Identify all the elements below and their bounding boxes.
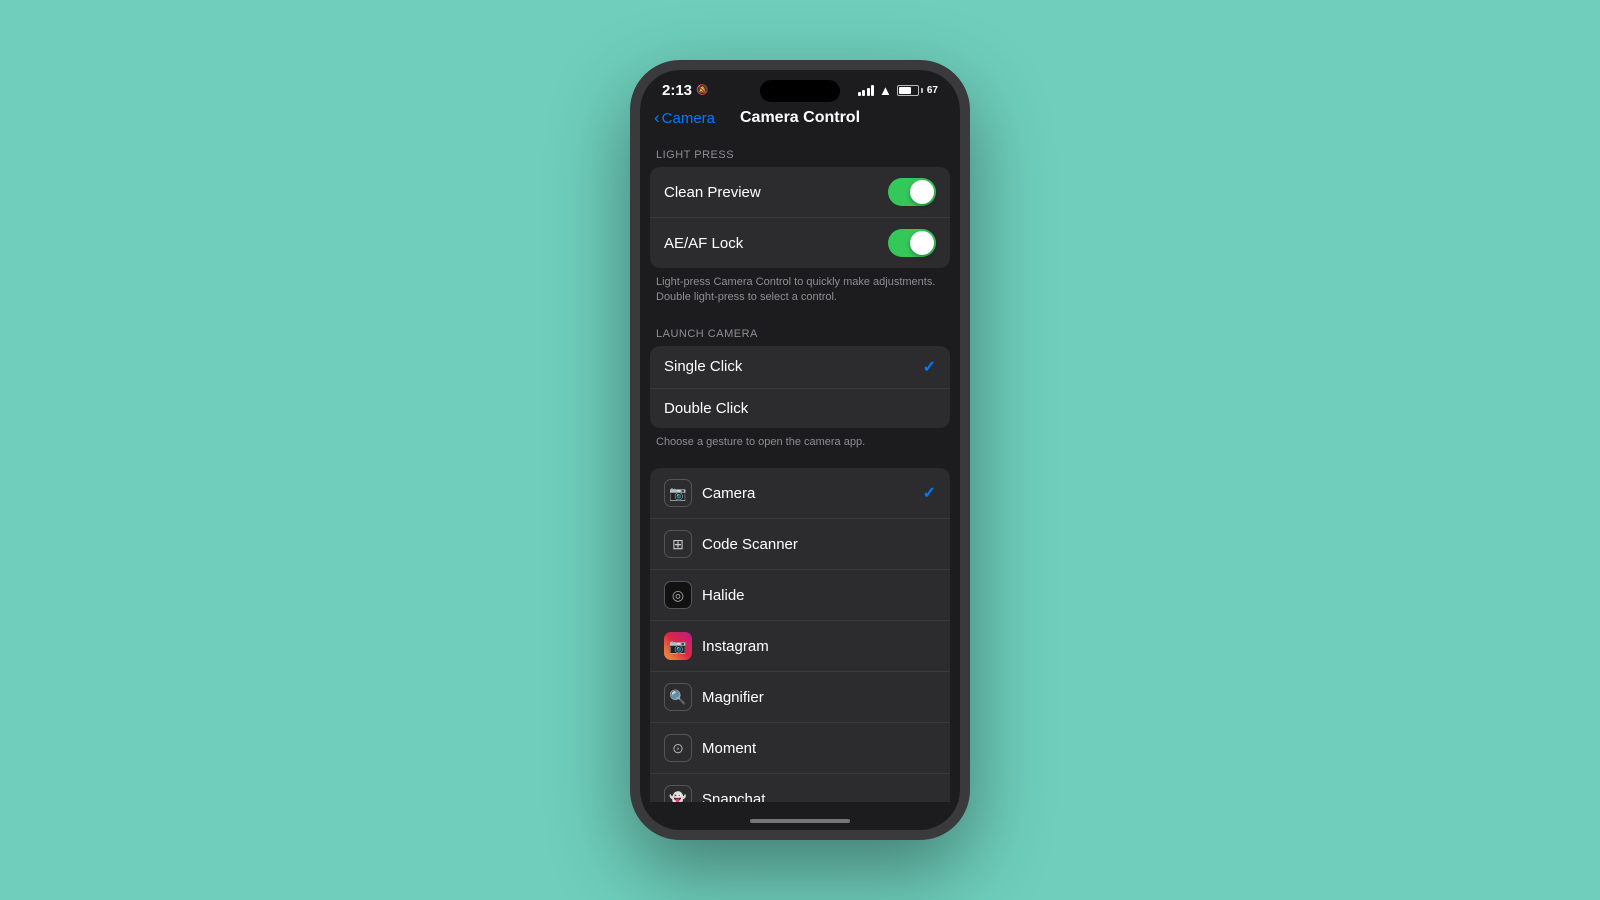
settings-content[interactable]: LIGHT PRESS Clean Preview AE/AF Lock Lig… (640, 137, 960, 802)
clean-preview-label: Clean Preview (664, 184, 761, 201)
snapchat-label: Snapchat (702, 791, 765, 802)
launch-camera-group: Single Click ✓ Double Click (650, 346, 950, 428)
app-row-left-code: ⊞ Code Scanner (664, 530, 798, 558)
toggle-knob (910, 180, 934, 204)
app-row-left-instagram: 📷 Instagram (664, 632, 769, 660)
aeaf-lock-row[interactable]: AE/AF Lock (650, 218, 950, 268)
app-row-left-halide: ◎ Halide (664, 581, 745, 609)
toggle-knob-2 (910, 231, 934, 255)
light-press-section-label: LIGHT PRESS (640, 137, 960, 167)
app-row-moment[interactable]: ⊙ Moment (650, 723, 950, 774)
phone-frame: 2:13 🔕 ▲ 67 ‹ Camera (630, 60, 970, 840)
wifi-icon: ▲ (879, 83, 892, 98)
app-row-left-camera: 📷 Camera (664, 479, 755, 507)
launch-camera-section-label: LAUNCH CAMERA (640, 316, 960, 346)
app-row-left-snapchat: 👻 Snapchat (664, 785, 765, 802)
halide-app-icon: ◎ (664, 581, 692, 609)
nav-header: ‹ Camera Camera Control (640, 103, 960, 137)
magnifier-label: Magnifier (702, 689, 764, 706)
battery-percent: 67 (927, 85, 938, 96)
camera-checkmark: ✓ (923, 483, 936, 503)
moment-app-icon: ⊙ (664, 734, 692, 762)
app-row-instagram[interactable]: 📷 Instagram (650, 621, 950, 672)
code-scanner-label: Code Scanner (702, 536, 798, 553)
app-row-snapchat[interactable]: 👻 Snapchat (650, 774, 950, 802)
battery-tip (921, 88, 923, 93)
battery-indicator: 67 (897, 85, 938, 96)
halide-label: Halide (702, 587, 745, 604)
back-chevron-icon: ‹ (654, 108, 660, 128)
single-click-label: Single Click (664, 358, 742, 375)
app-row-left-magnifier: 🔍 Magnifier (664, 683, 764, 711)
snapchat-app-icon: 👻 (664, 785, 692, 802)
instagram-app-icon: 📷 (664, 632, 692, 660)
double-click-row[interactable]: Double Click (650, 389, 950, 428)
single-click-checkmark: ✓ (923, 357, 936, 377)
double-click-label: Double Click (664, 400, 748, 417)
time-display: 2:13 (662, 82, 692, 99)
dynamic-island (760, 80, 840, 102)
app-row-halide[interactable]: ◎ Halide (650, 570, 950, 621)
home-indicator (750, 819, 850, 823)
aeaf-lock-label: AE/AF Lock (664, 235, 743, 252)
light-press-helper: Light-press Camera Control to quickly ma… (640, 268, 960, 316)
instagram-label: Instagram (702, 638, 769, 655)
launch-camera-helper: Choose a gesture to open the camera app. (640, 428, 960, 460)
phone-screen: 2:13 🔕 ▲ 67 ‹ Camera (640, 70, 960, 830)
battery-fill (899, 87, 911, 94)
clean-preview-toggle[interactable] (888, 178, 936, 206)
app-row-camera[interactable]: 📷 Camera ✓ (650, 468, 950, 519)
app-list-group: 📷 Camera ✓ ⊞ Code Scanner ◎ H (650, 468, 950, 802)
status-time: 2:13 🔕 (662, 82, 708, 99)
aeaf-lock-toggle[interactable] (888, 229, 936, 257)
bell-icon: 🔕 (696, 85, 708, 96)
nav-title: Camera Control (740, 109, 860, 127)
battery-body (897, 85, 919, 96)
camera-app-icon: 📷 (664, 479, 692, 507)
signal-icon (858, 85, 875, 96)
app-row-code-scanner[interactable]: ⊞ Code Scanner (650, 519, 950, 570)
app-row-magnifier[interactable]: 🔍 Magnifier (650, 672, 950, 723)
light-press-group: Clean Preview AE/AF Lock (650, 167, 950, 268)
camera-app-label: Camera (702, 485, 755, 502)
app-row-left-moment: ⊙ Moment (664, 734, 756, 762)
code-scanner-app-icon: ⊞ (664, 530, 692, 558)
clean-preview-row[interactable]: Clean Preview (650, 167, 950, 218)
nav-back-button[interactable]: ‹ Camera (654, 108, 715, 128)
nav-back-label: Camera (662, 110, 715, 127)
moment-label: Moment (702, 740, 756, 757)
single-click-row[interactable]: Single Click ✓ (650, 346, 950, 389)
status-right-icons: ▲ 67 (858, 83, 939, 98)
magnifier-app-icon: 🔍 (664, 683, 692, 711)
